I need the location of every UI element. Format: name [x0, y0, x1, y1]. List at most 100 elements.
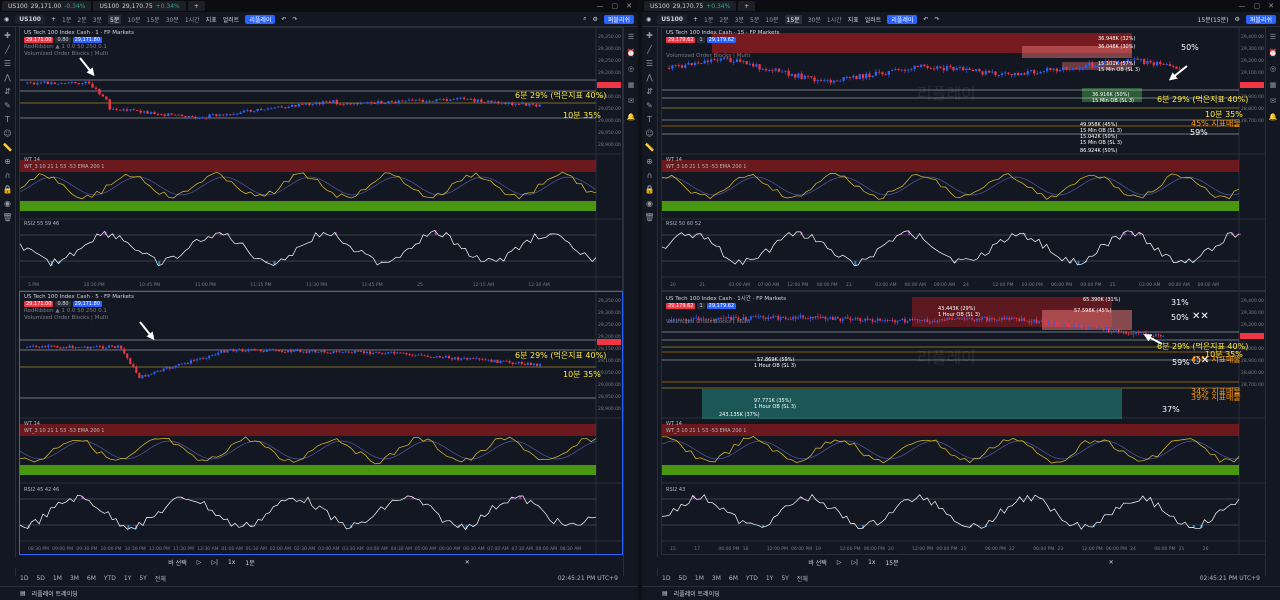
replay-button[interactable]: 리플레이: [887, 14, 918, 24]
select-bar-button[interactable]: 바 선택: [808, 558, 826, 567]
tf-15m[interactable]: 15분: [784, 14, 802, 24]
chat-icon[interactable]: ✉: [1270, 97, 1276, 105]
alerts-icon[interactable]: ⏰: [1269, 49, 1278, 57]
replay-tf-select[interactable]: 1분: [245, 558, 254, 567]
eye-icon[interactable]: ◉: [4, 199, 11, 208]
step-forward-icon[interactable]: ▷|: [851, 559, 858, 566]
lock-icon[interactable]: 🔒: [3, 185, 13, 194]
settings-icon[interactable]: ⚙: [593, 16, 598, 23]
zoom-icon[interactable]: ⊕: [4, 157, 11, 166]
alert-button[interactable]: 얼러트: [223, 15, 240, 24]
range-3m[interactable]: 3M: [712, 575, 721, 582]
buy-button[interactable]: 29,179.62: [706, 37, 737, 43]
minimize-icon[interactable]: —: [1239, 2, 1246, 10]
step-forward-icon[interactable]: ▷|: [211, 559, 218, 566]
tf-30m[interactable]: 30분: [808, 15, 821, 24]
watchlist-icon[interactable]: ☰: [1270, 33, 1276, 41]
brush-icon[interactable]: ✎: [4, 101, 11, 110]
replay-close-icon[interactable]: ✕: [465, 559, 470, 566]
ideas-icon[interactable]: ◎: [1270, 65, 1276, 73]
sell-button[interactable]: 29,171.00: [24, 37, 54, 43]
add-symbol-icon[interactable]: +: [693, 16, 698, 23]
crosshair-icon[interactable]: ✚: [4, 31, 11, 40]
watchlist-icon[interactable]: ☰: [628, 33, 634, 41]
prediction-icon[interactable]: ⇵: [4, 87, 11, 96]
trendline-icon[interactable]: ╱: [647, 45, 652, 54]
speed-select[interactable]: 1x: [868, 559, 875, 566]
tf-1h[interactable]: 1시간: [185, 15, 200, 24]
new-tab-button[interactable]: +: [187, 1, 205, 11]
brush-icon[interactable]: ✎: [646, 101, 653, 110]
crosshair-icon[interactable]: ✚: [646, 31, 653, 40]
trash-icon[interactable]: 🗑: [2, 213, 12, 222]
undo-icon[interactable]: ↶: [923, 16, 928, 23]
tf-select[interactable]: 15분(15분): [1198, 15, 1229, 24]
range-5d[interactable]: 5D: [36, 575, 44, 582]
undo-icon[interactable]: ↶: [281, 16, 286, 23]
range-5y[interactable]: 5Y: [139, 575, 146, 582]
range-ytd[interactable]: YTD: [104, 575, 116, 582]
tf-5m[interactable]: 5분: [750, 15, 759, 24]
replay-tf-select[interactable]: 15분: [885, 558, 898, 567]
range-1y[interactable]: 1Y: [124, 575, 131, 582]
alerts-icon[interactable]: ⏰: [627, 49, 636, 57]
replay-trading-tab[interactable]: 리플레이 트레이딩: [32, 589, 78, 598]
tf-10m[interactable]: 10분: [765, 15, 778, 24]
publish-button[interactable]: 퍼블리쉬: [1245, 14, 1276, 24]
tf-1h[interactable]: 1시간: [827, 15, 842, 24]
tf-30m[interactable]: 30분: [166, 15, 179, 24]
tf-2m[interactable]: 2분: [77, 15, 86, 24]
range-1d[interactable]: 1D: [662, 575, 670, 582]
buy-button[interactable]: 29,171.80: [72, 301, 103, 307]
sell-button[interactable]: 29,179.62: [666, 303, 696, 309]
alert-button[interactable]: 얼러트: [865, 15, 882, 24]
tf-5m[interactable]: 5분: [108, 14, 122, 24]
chart-pane-5m[interactable]: 29,350.00 29,300.00 29,250.00 29,200.00 29,1…: [19, 291, 623, 555]
zoom-icon[interactable]: ⊕: [646, 157, 653, 166]
eye-icon[interactable]: ◉: [646, 199, 653, 208]
redo-icon[interactable]: ↷: [934, 16, 939, 23]
indicators-button[interactable]: 지표: [206, 15, 217, 24]
range-1m[interactable]: 1M: [695, 575, 704, 582]
tf-2m[interactable]: 2분: [719, 15, 728, 24]
redo-icon[interactable]: ↷: [292, 16, 297, 23]
browser-tab-1[interactable]: US100 29,171.00 -0.34%: [2, 1, 92, 11]
range-all[interactable]: 전체: [797, 574, 808, 583]
text-icon[interactable]: T: [647, 115, 652, 124]
magnet-icon[interactable]: ∩: [647, 171, 653, 180]
range-1m[interactable]: 1M: [53, 575, 62, 582]
replay-button[interactable]: 리플레이: [245, 14, 276, 24]
browser-tab-2[interactable]: US100 29,170.75 +0.34%: [93, 1, 186, 11]
minimize-icon[interactable]: —: [597, 2, 604, 10]
chat-icon[interactable]: ✉: [628, 97, 634, 105]
search-icon[interactable]: ⌕: [583, 15, 586, 23]
maximize-icon[interactable]: ▢: [1254, 2, 1261, 10]
speed-select[interactable]: 1x: [228, 559, 235, 566]
range-all[interactable]: 전체: [155, 574, 166, 583]
magnet-icon[interactable]: ∩: [5, 171, 11, 180]
select-bar-button[interactable]: 바 선택: [168, 558, 186, 567]
range-5d[interactable]: 5D: [678, 575, 686, 582]
range-1d[interactable]: 1D: [20, 575, 28, 582]
notifications-icon[interactable]: 🔔: [627, 113, 636, 121]
text-icon[interactable]: T: [5, 115, 10, 124]
play-icon[interactable]: ▷: [197, 559, 202, 566]
range-6m[interactable]: 6M: [87, 575, 96, 582]
range-1y[interactable]: 1Y: [766, 575, 773, 582]
emoji-icon[interactable]: ☺: [3, 129, 11, 138]
range-5y[interactable]: 5Y: [781, 575, 788, 582]
replay-close-icon[interactable]: ✕: [1109, 559, 1114, 566]
ruler-icon[interactable]: 📏: [645, 143, 655, 152]
maximize-icon[interactable]: ▢: [612, 2, 619, 10]
browser-tab-1[interactable]: US100 29,170.75 +0.34%: [644, 1, 737, 11]
emoji-icon[interactable]: ☺: [645, 129, 653, 138]
trash-icon[interactable]: 🗑: [644, 213, 654, 222]
publish-button[interactable]: 퍼블리쉬: [603, 14, 634, 24]
logo-icon[interactable]: ◉: [646, 16, 651, 23]
lock-icon[interactable]: 🔒: [645, 185, 655, 194]
tf-1m[interactable]: 1분: [62, 15, 71, 24]
replay-trading-tab[interactable]: 리플레이 트레이딩: [674, 589, 720, 598]
symbol-search[interactable]: US100: [15, 14, 45, 24]
tf-3m[interactable]: 3분: [735, 15, 744, 24]
logo-icon[interactable]: ◉: [4, 16, 9, 23]
